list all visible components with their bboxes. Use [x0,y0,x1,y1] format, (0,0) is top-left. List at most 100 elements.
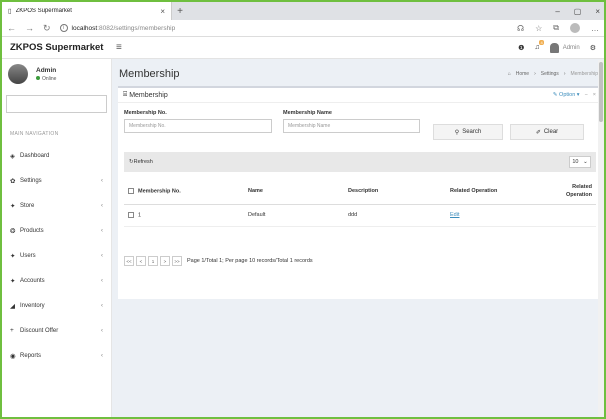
forward-icon[interactable]: → [25,23,34,33]
sidebar-item-discount-offer[interactable]: + Discount Offer ‹ [2,318,111,343]
breadcrumb-sep-icon: › [534,71,536,77]
sidebar-user-name: Admin [36,66,57,74]
sidebar-item-label: Users [20,252,36,259]
breadcrumb-home[interactable]: Home [516,71,529,77]
scrollbar-thumb[interactable] [599,62,603,122]
last-page-button[interactable]: >> [172,256,182,266]
col-related-operation[interactable]: Related Operation [446,178,546,205]
breadcrumb: ⌂ Home › Settings › Membership [508,71,598,77]
chevron-left-icon: ‹ [100,327,103,334]
cell-no-value: 1 [138,212,142,219]
hamburger-menu-icon[interactable]: ≡ [116,42,122,53]
dashboard-icon: ◈ [10,152,15,160]
reload-icon[interactable]: ↻ [43,23,51,34]
sidebar-item-users[interactable]: ✦ Users ‹ [2,243,111,268]
sidebar-item-reports[interactable]: ◉ Reports ‹ [2,343,111,368]
nav-header: MAIN NAVIGATION [10,131,59,137]
user-menu-label: Admin [562,44,580,51]
avatar [549,42,559,53]
page-scrollbar[interactable] [598,60,604,417]
page-icon: ▯ [8,8,12,15]
pagination: << < 1 > >> Page 1/Total 1; Per page 10 … [124,256,313,266]
reports-icon: ◉ [10,352,16,360]
sidebar-item-label: Dashboard [20,152,50,159]
col-membership-no[interactable]: Membership No. [124,178,244,205]
breadcrumb-settings[interactable]: Settings [541,71,559,77]
more-icon[interactable]: … [591,24,599,33]
plus-icon: + [10,327,14,334]
browser-tab[interactable]: ▯ ZKPOS Supermarket × [2,2,172,20]
brand-logo[interactable]: ZKPOS Supermarket [2,42,112,53]
first-page-button[interactable]: << [124,256,134,266]
table-toolbar: ↻Refresh 10 ⌄ [124,152,596,172]
membership-name-input[interactable]: Membership Name [283,119,420,133]
membership-name-label: Membership Name [283,110,332,116]
url-path: :8082/settings/membership [97,24,176,32]
table-header-row: Membership No. Name Description Related … [124,178,596,205]
page-number-button[interactable]: 1 [148,256,158,266]
refresh-button[interactable]: ↻Refresh [129,159,153,165]
browser-actions: ☊ ☆ ⧉ … [517,23,599,33]
content-header: Membership ⌂ Home › Settings › Membershi… [112,59,604,81]
read-aloud-icon[interactable]: ☊ [517,24,524,33]
membership-table: Membership No. Name Description Related … [124,178,596,227]
breadcrumb-sep-icon: › [563,71,566,77]
home-icon: ⌂ [507,71,511,77]
row-checkbox[interactable] [128,211,134,218]
main-layout: Admin Online MAIN NAVIGATION ◈ Dashboard ✿… [2,59,604,417]
panel-tools: ✎ Option ▾ − × [553,92,596,98]
app-header: ZKPOS Supermarket ≡ ❶ ♫ 4 Admin ⚙ [2,37,604,59]
favorite-icon[interactable]: ☆ [535,24,542,33]
browser-window: ▯ ZKPOS Supermarket × + – ▢ × ← → ↻ i lo… [2,2,604,417]
gears-icon[interactable]: ⚙ [590,44,596,52]
store-icon: ✦ [10,202,16,210]
cell-name: Default [244,204,344,227]
building-icon: ⌸ [123,91,128,98]
sidebar-item-dashboard[interactable]: ◈ Dashboard [2,143,111,168]
close-window-icon[interactable]: × [595,7,600,16]
notifications-icon[interactable]: ♫ 4 [534,40,544,51]
col-name[interactable]: Name [244,178,344,205]
membership-no-group: Membership No. Membership No. [124,110,272,133]
sidebar-search-input[interactable] [6,95,107,113]
search-button[interactable]: ⚲ Search [433,124,503,140]
new-tab-button[interactable]: + [172,6,188,17]
sidebar-item-settings[interactable]: ✿ Settings ‹ [2,168,111,193]
chevron-left-icon: ‹ [100,252,103,259]
next-page-button[interactable]: > [160,256,170,266]
collections-icon[interactable]: ⧉ [553,23,559,33]
option-button[interactable]: ✎ Option ▾ [553,92,580,98]
search-button-label: Search [462,129,482,135]
alert-icon[interactable]: ❶ [518,44,524,52]
col-description[interactable]: Description [344,178,446,205]
sidebar: Admin Online MAIN NAVIGATION ◈ Dashboard ✿… [2,59,112,417]
prev-page-button[interactable]: < [136,256,146,266]
select-all-checkbox[interactable] [128,187,134,194]
sidebar-item-label: Store [20,202,35,209]
minimize-icon[interactable]: – [555,7,559,16]
clear-button[interactable]: ✐ Clear [510,124,584,140]
user-avatar [8,64,28,84]
close-icon[interactable]: × [593,92,596,98]
sidebar-item-accounts[interactable]: ✦ Accounts ‹ [2,268,111,293]
chevron-left-icon: ‹ [100,277,103,284]
page-size-select[interactable]: 10 ⌄ [569,156,591,168]
search-icon: ⚲ [454,129,460,136]
profile-icon[interactable] [570,23,580,33]
info-icon[interactable]: i [59,24,68,32]
url-field[interactable]: i localhost:8082/settings/membership [59,24,508,32]
cell-empty [546,204,596,227]
sidebar-item-store[interactable]: ✦ Store ‹ [2,193,111,218]
sidebar-item-label: Products [20,227,44,234]
edit-link[interactable]: Edit [450,212,459,218]
collapse-icon[interactable]: − [585,92,588,98]
membership-no-input[interactable]: Membership No. [124,119,272,133]
user-menu[interactable]: Admin [549,42,580,53]
col-related-operation-2[interactable]: Related Operation [546,178,596,205]
tab-close-icon[interactable]: × [160,7,165,16]
maximize-icon[interactable]: ▢ [574,7,582,16]
sidebar-item-inventory[interactable]: ◢ Inventory ‹ [2,293,111,318]
back-icon[interactable]: ← [7,23,16,33]
sidebar-item-products[interactable]: ❂ Products ‹ [2,218,111,243]
accounts-icon: ✦ [10,277,16,285]
